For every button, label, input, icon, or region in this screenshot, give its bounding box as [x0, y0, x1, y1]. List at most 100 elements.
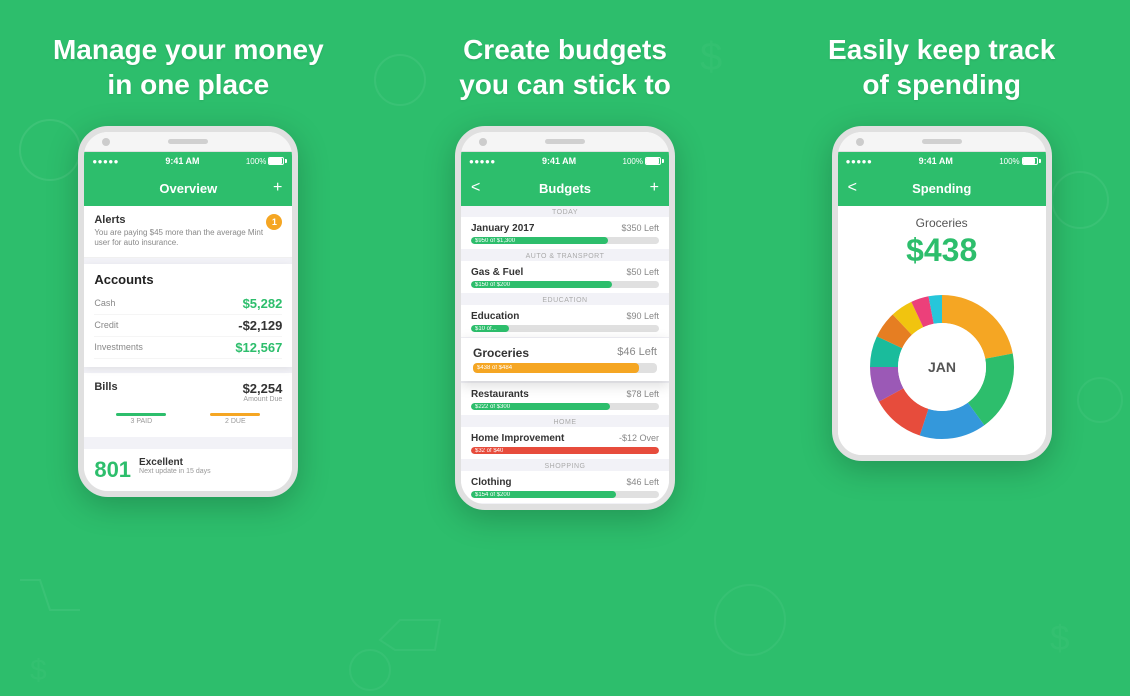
phone-1-nav-bar: Overview +	[84, 170, 292, 206]
bills-due: Amount Due	[243, 396, 283, 403]
budget-left-3: $46 Left	[617, 346, 657, 360]
budget-item-inner-1: Gas & Fuel $50 Left $150 of $200	[461, 261, 669, 293]
budget-item-inner-5: Home Improvement -$12 Over $32 of $40	[461, 427, 669, 459]
panel-manage-money: Manage your money in one place ●●●●● 9:4…	[0, 0, 377, 696]
budget-bar-fill-6: $154 of $200	[471, 491, 616, 498]
phone-3-content: Groceries $438 JAN	[838, 206, 1046, 455]
budget-sublabel-0: TODAY	[461, 206, 669, 217]
budget-left-1: $50 Left	[626, 267, 659, 278]
account-value-cash: $5,282	[243, 296, 283, 311]
status-time-1: 9:41 AM	[165, 156, 199, 166]
budget-sublabel-6: SHOPPING	[461, 460, 669, 471]
nav-title-1: Overview	[159, 181, 217, 196]
status-signal-2: ●●●●●	[469, 157, 496, 166]
budget-item-2[interactable]: EDUCATION Education $90 Left $10 of...	[461, 294, 669, 337]
alerts-row: Alerts You are paying $45 more than the …	[84, 206, 292, 258]
account-row-cash[interactable]: Cash $5,282	[94, 293, 282, 315]
battery-icon-3	[1022, 157, 1038, 165]
spending-category: Groceries	[848, 216, 1036, 230]
alerts-content: Alerts You are paying $45 more than the …	[94, 214, 266, 249]
budget-item-6[interactable]: SHOPPING Clothing $46 Left $154 of $200	[461, 460, 669, 503]
status-signal-3: ●●●●●	[846, 157, 873, 166]
account-row-investments[interactable]: Investments $12,567	[94, 337, 282, 359]
budget-name-5: Home Improvement	[471, 433, 564, 444]
status-time-2: 9:41 AM	[542, 156, 576, 166]
phone-2-nav-bar: < Budgets +	[461, 170, 669, 206]
alerts-text: You are paying $45 more than the average…	[94, 228, 266, 249]
nav-add-icon-2[interactable]: +	[650, 179, 659, 197]
nav-add-icon-1[interactable]: +	[273, 179, 282, 197]
phone-3: ●●●●● 9:41 AM 100% < Spending Groceries …	[832, 126, 1052, 461]
phone-3-speaker	[922, 139, 962, 144]
accounts-section: Accounts Cash $5,282 Credit -$2,129 Inve…	[84, 264, 292, 367]
bills-title: Bills	[94, 381, 117, 393]
budget-bar-label-2: $10 of...	[475, 326, 497, 332]
credit-info: Excellent Next update in 15 days	[139, 457, 211, 475]
budget-bar-label-1: $150 of $200	[475, 282, 510, 288]
budget-name-0: January 2017	[471, 223, 534, 234]
budget-name-6: Clothing	[471, 477, 512, 488]
budget-item-row-1: Gas & Fuel $50 Left	[471, 267, 659, 278]
spending-header: Groceries $438	[838, 206, 1046, 279]
budget-sublabel-2: EDUCATION	[461, 294, 669, 305]
budget-name-4: Restaurants	[471, 389, 529, 400]
bills-bars: 3 PAID 2 DUE	[94, 409, 282, 429]
bills-bar-paid-label: 3 PAID	[131, 418, 153, 425]
budget-item-0[interactable]: TODAY January 2017 $350 Left $950 of $1,…	[461, 206, 669, 249]
budget-item-row-4: Restaurants $78 Left	[471, 389, 659, 400]
budget-name-1: Gas & Fuel	[471, 267, 523, 278]
phone-1-speaker	[168, 139, 208, 144]
budget-bar-label-5: $32 of $40	[475, 448, 503, 454]
nav-back-icon-2[interactable]: <	[471, 179, 480, 197]
budget-item-4[interactable]: Restaurants $78 Left $222 of $300	[461, 383, 669, 415]
bills-value: $2,254	[243, 381, 283, 396]
bills-bar-paid: 3 PAID	[116, 413, 166, 425]
phone-3-nav-bar: < Spending	[838, 170, 1046, 206]
budget-bar-bg-4: $222 of $300	[471, 403, 659, 410]
donut-segment-5	[884, 342, 890, 367]
svg-text:JAN: JAN	[928, 359, 956, 375]
phone-2: ●●●●● 9:41 AM 100% < Budgets + TODAY Jan…	[455, 126, 675, 510]
budget-bar-bg-5: $32 of $40	[471, 447, 659, 454]
phone-1-content: Alerts You are paying $45 more than the …	[84, 206, 292, 491]
status-battery-1: 100%	[246, 157, 284, 166]
alerts-badge: 1	[266, 214, 282, 230]
budget-left-5: -$12 Over	[619, 433, 659, 444]
nav-back-icon-3[interactable]: <	[848, 179, 857, 197]
phone-2-content: TODAY January 2017 $350 Left $950 of $1,…	[461, 206, 669, 504]
donut-segment-6	[889, 325, 902, 343]
budget-item-inner-2: Education $90 Left $10 of...	[461, 305, 669, 337]
account-label-cash: Cash	[94, 298, 115, 308]
budget-bar-fill-0: $950 of $1,300	[471, 237, 608, 244]
status-time-3: 9:41 AM	[919, 156, 953, 166]
panel-create-budgets: Create budgets you can stick to ●●●●● 9:…	[377, 0, 754, 696]
budget-item-3[interactable]: Groceries $46 Left $438 of $484	[461, 338, 669, 381]
phone-2-speaker	[545, 139, 585, 144]
budget-item-1[interactable]: AUTO & TRANSPORT Gas & Fuel $50 Left $15…	[461, 250, 669, 293]
credit-score-value: 801	[94, 457, 131, 483]
budget-bar-label-0: $950 of $1,300	[475, 238, 515, 244]
nav-title-2: Budgets	[539, 181, 591, 196]
panel-2-title: Create budgets you can stick to	[459, 32, 671, 102]
budget-item-inner-0: January 2017 $350 Left $950 of $1,300	[461, 217, 669, 249]
donut-segment-9	[931, 309, 942, 310]
bills-amount: $2,254 Amount Due	[243, 381, 283, 403]
budget-item-row-3: Groceries $46 Left	[473, 346, 657, 360]
budget-list: TODAY January 2017 $350 Left $950 of $1,…	[461, 206, 669, 503]
phone-1-camera	[102, 138, 110, 146]
account-row-credit[interactable]: Credit -$2,129	[94, 315, 282, 337]
panel-1-title: Manage your money in one place	[53, 32, 324, 102]
phone-1: ●●●●● 9:41 AM 100% Overview + Alerts Yo	[78, 126, 298, 497]
budget-bar-fill-5: $32 of $40	[471, 447, 659, 454]
status-signal-1: ●●●●●	[92, 157, 119, 166]
budget-item-row-6: Clothing $46 Left	[471, 477, 659, 488]
budget-item-5[interactable]: HOME Home Improvement -$12 Over $32 of $…	[461, 416, 669, 459]
budget-bar-bg-1: $150 of $200	[471, 281, 659, 288]
status-battery-2: 100%	[623, 157, 661, 166]
bills-section: Bills $2,254 Amount Due 3 PAID	[84, 373, 292, 437]
budget-item-row-2: Education $90 Left	[471, 311, 659, 322]
budget-bar-fill-2: $10 of...	[471, 325, 509, 332]
budget-bar-bg-6: $154 of $200	[471, 491, 659, 498]
donut-chart: JAN	[862, 287, 1022, 447]
nav-title-3: Spending	[912, 181, 971, 196]
